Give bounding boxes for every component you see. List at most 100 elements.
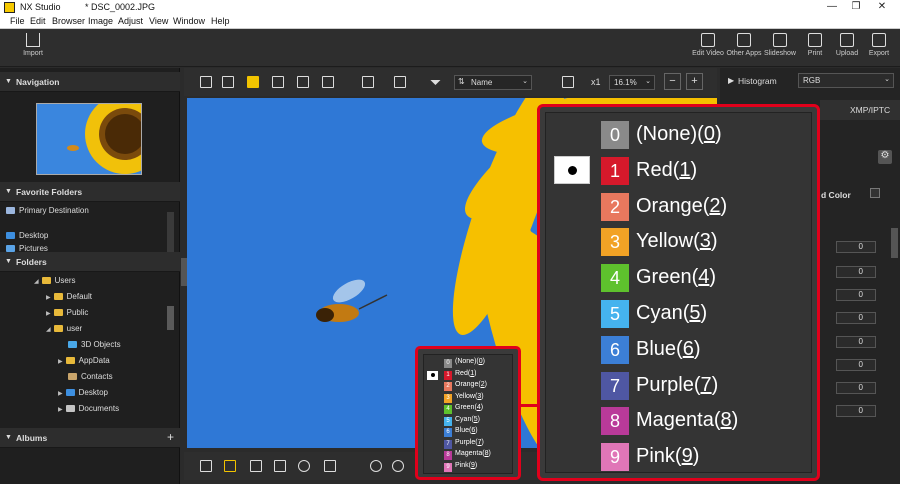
import-button[interactable]: Import [18, 33, 48, 65]
zoom-select[interactable]: 16.1% ⌄ [609, 75, 655, 90]
tab-xmp-iptc[interactable]: XMP/IPTC [820, 100, 900, 120]
folder-3d-objects[interactable]: 3D Objects [68, 340, 121, 349]
color-label-item-orange[interactable]: 2 Orange(2) [546, 190, 811, 224]
settings-gear-icon[interactable]: ⚙ [878, 150, 892, 164]
menu-image[interactable]: Image [88, 16, 113, 26]
menu-file[interactable]: File [10, 16, 25, 26]
color-label-item-small-blue[interactable]: 6 Blue(6) [424, 427, 514, 438]
value-field-3[interactable]: 0 [836, 289, 876, 301]
value-field-8[interactable]: 0 [836, 405, 876, 417]
folders-header[interactable]: ▼ Folders [0, 252, 180, 272]
folder-appdata[interactable]: ▶ AppData [58, 356, 110, 365]
folder-default[interactable]: ▶ Default [46, 292, 92, 301]
folder-desktop[interactable]: ▶ Desktop [58, 388, 108, 397]
value-field-2[interactable]: 0 [836, 266, 876, 278]
value-field-6[interactable]: 0 [836, 359, 876, 371]
filter-icon[interactable]: ⏷ [430, 74, 441, 91]
favorite-folders-header[interactable]: ▼ Favorite Folders [0, 182, 180, 202]
folder-label: Desktop [78, 388, 108, 397]
rotate-left-icon[interactable] [370, 460, 382, 472]
print-button[interactable]: Print [800, 33, 830, 65]
sort-select[interactable]: ⇅ Name ⌄ [454, 75, 532, 90]
color-swatch: 5 [444, 416, 452, 426]
rotate-right-icon[interactable] [392, 460, 404, 472]
color-label-item-magenta[interactable]: 8 Magenta(8) [546, 404, 811, 438]
color-label-item-cyan[interactable]: 5 Cyan(5) [546, 297, 811, 331]
edit-video-button[interactable]: Edit Video [690, 33, 726, 65]
navigation-header[interactable]: ▼ Navigation [0, 72, 180, 92]
color-label-item-small-cyan[interactable]: 5 Cyan(5) [424, 416, 514, 427]
menu-adjust[interactable]: Adjust [118, 16, 143, 26]
label-color-checkbox[interactable] [870, 188, 880, 198]
menu-edit[interactable]: Edit [30, 16, 46, 26]
restore-button[interactable]: ❐ [846, 1, 866, 14]
histogram-icon[interactable] [324, 460, 336, 472]
value-field-4[interactable]: 0 [836, 312, 876, 324]
menu-window[interactable]: Window [173, 16, 205, 26]
menu-view[interactable]: View [149, 16, 168, 26]
fullscreen-icon[interactable] [394, 76, 406, 88]
fit-screen-icon[interactable] [562, 76, 574, 88]
navigation-thumbnail[interactable] [36, 103, 142, 175]
value-field-1[interactable]: 0 [836, 241, 876, 253]
color-label-item-small-orange[interactable]: 2 Orange(2) [424, 381, 514, 392]
grid-overlay-icon[interactable] [274, 460, 286, 472]
zoom-in-button[interactable]: + [686, 73, 703, 90]
color-label-item-small-green[interactable]: 4 Green(4) [424, 404, 514, 415]
stack-icon[interactable] [200, 460, 212, 472]
folders-scrollbar[interactable] [167, 306, 174, 330]
color-label-item-none[interactable]: 0 (None)(0) [546, 118, 811, 152]
color-label-item-small-red[interactable]: 1 Red(1) [424, 370, 514, 381]
info-icon[interactable] [298, 460, 310, 472]
color-label-item-small-pink[interactable]: 9 Pink(9) [424, 462, 514, 473]
folder-users[interactable]: ◢ Users [34, 276, 76, 285]
favorite-item-desktop[interactable]: Desktop [6, 231, 48, 240]
radio-dot-icon [431, 372, 435, 377]
list-view-icon[interactable] [222, 76, 234, 88]
menu-browser[interactable]: Browser [52, 16, 85, 26]
favorites-scrollbar[interactable] [167, 212, 174, 252]
slideshow-button[interactable]: Slideshow [762, 33, 798, 65]
layout-icon[interactable] [362, 76, 374, 88]
add-album-button[interactable]: + [167, 430, 174, 444]
folder-public[interactable]: ▶ Public [46, 308, 88, 317]
other-apps-button[interactable]: Other Apps [726, 33, 762, 65]
color-label-item-purple[interactable]: 7 Purple(7) [546, 369, 811, 403]
color-label-item-small-purple[interactable]: 7 Purple(7) [424, 439, 514, 450]
color-label-item-small-yellow[interactable]: 3 Yellow(3) [424, 393, 514, 404]
grid-view-icon[interactable] [200, 76, 212, 88]
single-view-icon[interactable] [247, 76, 259, 88]
albums-header[interactable]: ▼ Albums + [0, 428, 180, 448]
favorite-item-pictures[interactable]: Pictures [6, 244, 48, 252]
minimize-button[interactable]: — [822, 1, 842, 14]
zoom-out-button[interactable]: − [664, 73, 681, 90]
frame-icon[interactable] [250, 460, 262, 472]
right-panel-scrollbar[interactable] [891, 228, 898, 258]
value-field-7[interactable]: 0 [836, 382, 876, 394]
color-label-text: Blue(6) [455, 427, 478, 434]
color-label-item-small-magenta[interactable]: 8 Magenta(8) [424, 450, 514, 461]
split-view-icon[interactable] [322, 76, 334, 88]
color-label-item-red[interactable]: 1 Red(1) [546, 154, 811, 188]
histogram-mode-select[interactable]: RGB ⌄ [798, 73, 894, 88]
folder-documents[interactable]: ▶ Documents [58, 404, 119, 413]
menu-help[interactable]: Help [211, 16, 230, 26]
histogram-label[interactable]: Histogram [738, 76, 777, 86]
color-label-item-green[interactable]: 4 Green(4) [546, 261, 811, 295]
folder-user[interactable]: ◢ user [46, 324, 82, 333]
color-label-item-blue[interactable]: 6 Blue(6) [546, 333, 811, 367]
folder-contacts[interactable]: Contacts [68, 372, 113, 381]
multi-view-icon[interactable] [297, 76, 309, 88]
color-label-item-yellow[interactable]: 3 Yellow(3) [546, 225, 811, 259]
color-label-item-small-none[interactable]: 0 (None)(0) [424, 358, 514, 369]
favorite-item-primary-destination[interactable]: Primary Destination [6, 206, 89, 215]
color-label-item-pink[interactable]: 9 Pink(9) [546, 440, 811, 474]
compare-view-icon[interactable] [272, 76, 284, 88]
upload-button[interactable]: Upload [832, 33, 862, 65]
close-button[interactable]: ✕ [872, 1, 892, 14]
value-field-5[interactable]: 0 [836, 336, 876, 348]
compare-icon[interactable] [224, 460, 236, 472]
color-label-name: (None) [455, 358, 477, 365]
zoom-100-button[interactable]: x1 [591, 77, 601, 87]
export-button[interactable]: Export [864, 33, 894, 65]
